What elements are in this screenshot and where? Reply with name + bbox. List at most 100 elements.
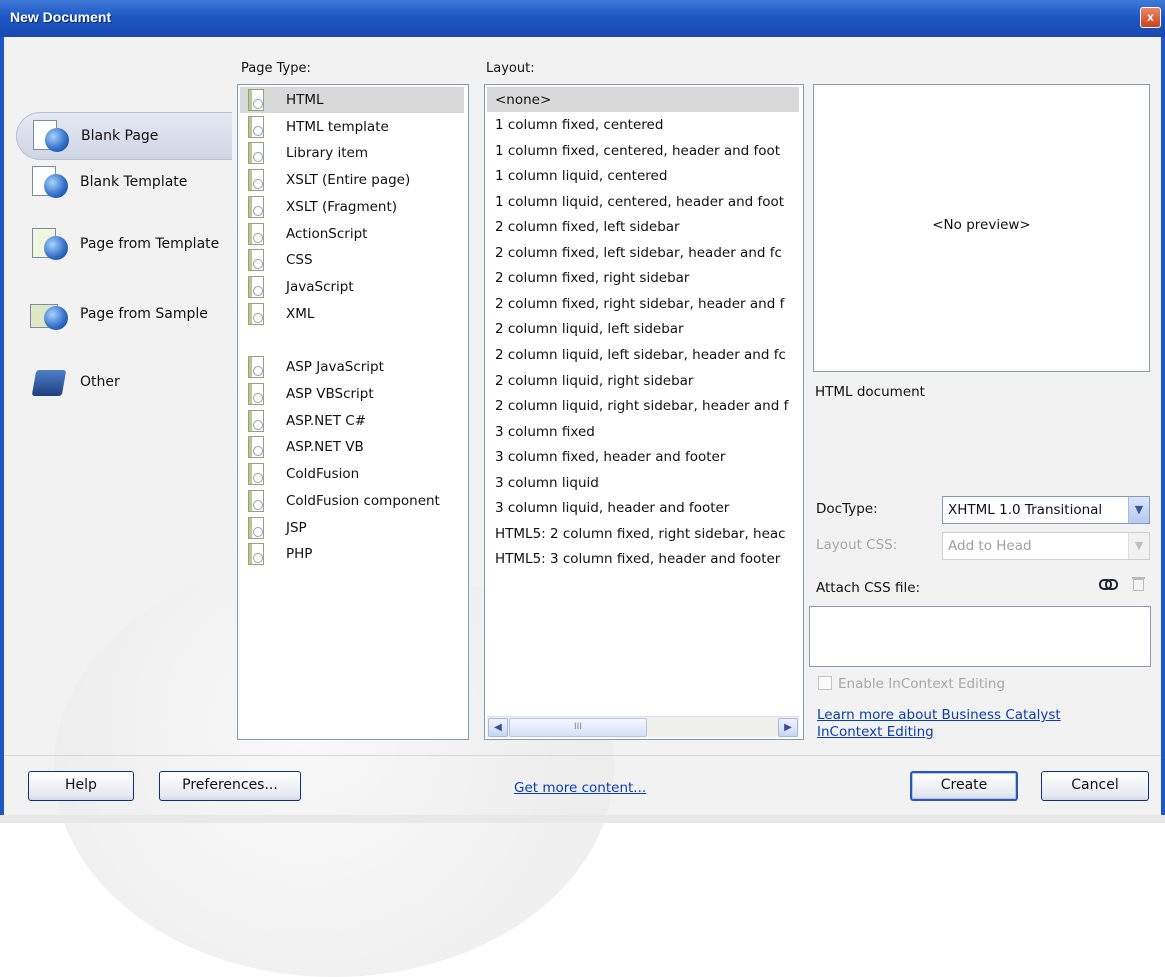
layout-item[interactable]: 1 column liquid, centered — [487, 164, 799, 189]
close-button[interactable]: x — [1140, 7, 1161, 28]
page-type-label: JSP — [286, 519, 307, 536]
create-button[interactable]: Create — [910, 771, 1018, 801]
page-type-item[interactable]: ColdFusion component — [240, 488, 464, 514]
page-type-label: ASP.NET C# — [286, 412, 367, 429]
close-icon: x — [1147, 10, 1154, 24]
file-icon — [248, 142, 264, 165]
page-type-label: XML — [286, 305, 315, 322]
category-label: Page from Sample — [80, 306, 208, 322]
page-from-template-icon — [30, 226, 68, 262]
file-icon — [248, 383, 264, 405]
other-icon — [30, 364, 68, 400]
page-type-label: ASP.NET VB — [286, 439, 364, 456]
attach-css-label: Attach CSS file: — [816, 580, 921, 596]
learn-more-link-line2[interactable]: InContext Editing — [817, 724, 934, 740]
page-type-list[interactable]: HTML HTML template Library item XSLT (Entir… — [237, 84, 469, 740]
blank-template-icon — [30, 164, 68, 200]
file-icon — [248, 249, 264, 272]
chevron-down-icon[interactable]: ▼ — [1128, 497, 1149, 523]
file-icon — [248, 275, 264, 298]
page-type-item[interactable]: XSLT (Entire page) — [240, 167, 464, 193]
page-type-label: HTML — [286, 92, 324, 108]
layout-css-select[interactable]: Add to Head ▼ — [942, 532, 1150, 560]
file-icon — [248, 195, 264, 218]
button-bar-divider — [4, 755, 1161, 756]
cancel-button[interactable]: Cancel — [1041, 771, 1149, 801]
page-type-item[interactable]: PHP — [240, 541, 464, 567]
file-icon — [248, 89, 264, 111]
page-type-label: CSS — [286, 252, 313, 269]
page-type-label: HTML template — [286, 118, 389, 135]
layout-item[interactable]: 2 column liquid, right sidebar — [487, 368, 799, 393]
layout-item[interactable]: 1 column fixed, centered, header and foo… — [487, 138, 799, 163]
file-icon — [248, 516, 264, 539]
layout-item[interactable]: 2 column liquid, left sidebar — [487, 317, 799, 342]
learn-more-link-line1[interactable]: Learn more about Business Catalyst — [817, 707, 1061, 723]
file-icon — [248, 356, 264, 379]
layout-horizontal-scrollbar[interactable]: ◀ III ▶ — [487, 716, 799, 737]
page-type-item[interactable]: XML — [240, 301, 464, 327]
scroll-thumb[interactable]: III — [509, 718, 647, 737]
category-label: Page from Template — [80, 236, 220, 252]
scroll-right-button[interactable]: ▶ — [778, 718, 798, 737]
layout-css-value: Add to Head — [948, 538, 1032, 554]
page-type-item[interactable]: HTML template — [240, 114, 464, 140]
layout-css-label: Layout CSS: — [816, 537, 898, 553]
category-blank-page[interactable]: Blank Page — [16, 112, 232, 160]
page-type-item[interactable]: ASP VBScript — [240, 381, 464, 407]
layout-item[interactable]: HTML5: 3 column fixed, header and footer — [487, 547, 799, 572]
chevron-down-icon: ▼ — [1128, 533, 1149, 559]
layout-item[interactable]: 2 column fixed, left sidebar — [487, 215, 799, 240]
page-type-item[interactable]: XSLT (Fragment) — [240, 194, 464, 220]
page-type-label: Library item — [286, 145, 368, 162]
window-title: New Document — [10, 9, 112, 25]
doctype-label: DocType: — [816, 501, 878, 517]
page-type-item[interactable]: ASP.NET VB — [240, 434, 464, 460]
help-button[interactable]: Help — [28, 771, 134, 801]
category-page-from-template[interactable]: Page from Template — [16, 220, 232, 268]
page-type-item[interactable]: ColdFusion — [240, 461, 464, 487]
page-type-item[interactable]: ASP JavaScript — [240, 354, 464, 380]
page-type-item[interactable]: JSP — [240, 515, 464, 541]
layout-item[interactable]: 2 column fixed, left sidebar, header and… — [487, 240, 799, 265]
layout-header: Layout: — [486, 61, 535, 76]
layout-item[interactable]: 3 column liquid — [487, 470, 799, 495]
page-type-label: PHP — [286, 546, 313, 563]
page-type-item[interactable]: Library item — [240, 140, 464, 166]
layout-item[interactable]: 1 column fixed, centered — [487, 113, 799, 138]
category-label: Blank Page — [81, 128, 159, 144]
preferences-button[interactable]: Preferences... — [159, 771, 301, 801]
layout-item[interactable]: 3 column fixed, header and footer — [487, 445, 799, 470]
layout-item[interactable]: 1 column liquid, centered, header and fo… — [487, 189, 799, 214]
page-type-item[interactable]: ActionScript — [240, 221, 464, 247]
file-icon — [248, 409, 264, 432]
layout-item[interactable]: 2 column liquid, right sidebar, header a… — [487, 394, 799, 419]
layout-item[interactable]: 3 column fixed — [487, 419, 799, 444]
page-type-item[interactable]: ASP.NET C# — [240, 408, 464, 434]
layout-item[interactable]: HTML5: 2 column fixed, right sidebar, he… — [487, 521, 799, 546]
category-blank-template[interactable]: Blank Template — [16, 158, 232, 206]
get-more-content-link[interactable]: Get more content... — [514, 780, 646, 796]
layout-item[interactable]: <none> — [487, 87, 799, 112]
category-other[interactable]: Other — [16, 358, 232, 406]
file-icon — [248, 436, 264, 459]
preview-pane: <No preview> — [813, 84, 1150, 372]
layout-item[interactable]: 2 column fixed, right sidebar — [487, 266, 799, 291]
page-type-item[interactable]: CSS — [240, 247, 464, 273]
layout-item[interactable]: 2 column fixed, right sidebar, header an… — [487, 291, 799, 316]
trash-icon[interactable] — [1132, 577, 1145, 591]
layout-item[interactable]: 3 column liquid, header and footer — [487, 496, 799, 521]
layout-list[interactable]: HTML5: 3 column fixed, header and footer… — [484, 84, 804, 740]
link-css-icon[interactable] — [1099, 578, 1118, 590]
incontext-checkbox[interactable] — [818, 676, 832, 690]
page-type-item[interactable]: HTML — [240, 87, 464, 113]
background-strip — [0, 815, 1165, 823]
category-page-from-sample[interactable]: Page from Sample — [16, 290, 232, 338]
layout-item[interactable]: 2 column liquid, left sidebar, header an… — [487, 343, 799, 368]
doctype-select[interactable]: XHTML 1.0 Transitional ▼ — [942, 496, 1150, 524]
scroll-left-button[interactable]: ◀ — [488, 718, 508, 737]
attach-css-list[interactable] — [809, 606, 1151, 667]
file-icon — [248, 463, 264, 486]
page-type-label: XSLT (Entire page) — [286, 172, 411, 189]
page-type-item[interactable]: JavaScript — [240, 274, 464, 300]
